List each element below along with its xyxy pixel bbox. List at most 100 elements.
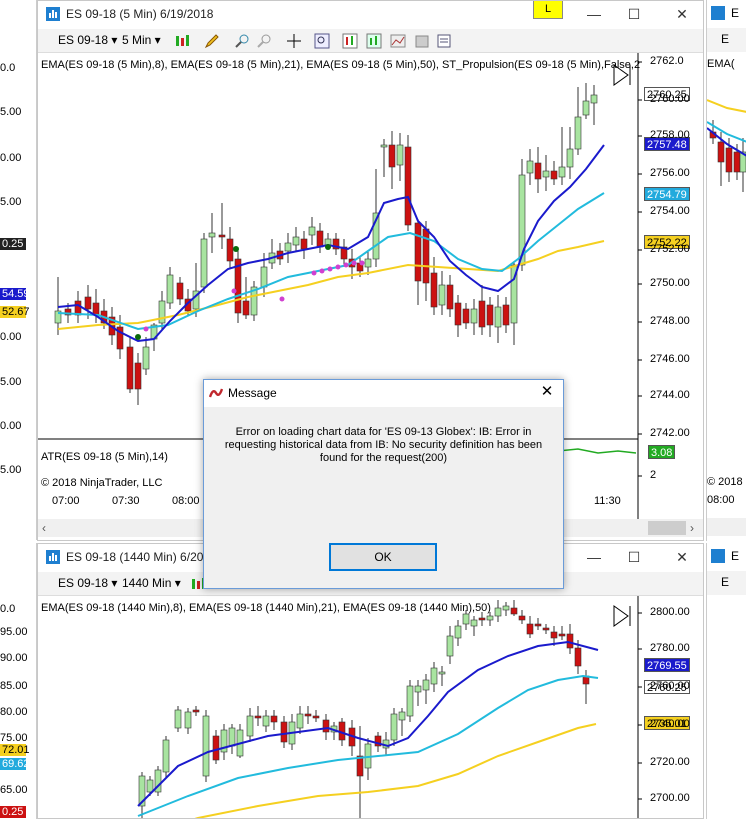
instrument-selector[interactable]: ES 09-18 ▾: [58, 33, 117, 47]
y-tick-label: 2: [650, 469, 657, 481]
candle-body: [462, 613, 470, 625]
magnifier-icon[interactable]: [314, 33, 330, 49]
y-tick-label: 2750.00: [650, 277, 690, 289]
play-marker-icon: [613, 605, 629, 627]
y-tick-label: 2700.00: [650, 792, 690, 804]
zoom-in-icon[interactable]: [234, 33, 250, 49]
x-tick-label: 07:30: [112, 495, 140, 507]
zoom-out-icon[interactable]: [256, 33, 272, 49]
indicators-icon[interactable]: [342, 33, 358, 49]
partial-copyright: © 2018 N: [707, 476, 746, 488]
left-tick-label: 5.00: [0, 464, 22, 476]
candle-body: [142, 346, 150, 370]
y-tick-label: 2780.00: [650, 642, 690, 654]
candle-body: [414, 222, 422, 282]
y-tick-label: 2744.00: [650, 389, 690, 401]
y-tick-label: 2740.00: [650, 718, 690, 730]
candle-body: [574, 647, 582, 667]
candle-body: [733, 151, 741, 173]
candle-body: [212, 735, 220, 761]
candle-body: [388, 144, 396, 168]
candle-body: [270, 715, 278, 723]
candle-body: [242, 300, 250, 316]
properties-icon[interactable]: [436, 33, 452, 49]
candle-body: [218, 234, 226, 238]
candle-body: [312, 715, 320, 719]
badge-l[interactable]: L: [533, 1, 563, 19]
x-tick-label: 08:00: [172, 495, 200, 507]
signal-dot: [135, 334, 141, 340]
candle-body: [446, 635, 454, 657]
propulsion-dot: [279, 296, 285, 302]
title-bar[interactable]: ES 09-18 (5 Min) 6/19/2018 L — ☐ ✕: [38, 1, 703, 29]
price-tag: 2754.79: [644, 187, 690, 201]
atr-line: [557, 448, 637, 454]
signal-dot: [233, 246, 239, 252]
message-dialog: Message ✕ Error on loading chart data fo…: [203, 379, 564, 589]
indicator-legend-bottom: EMA(ES 09-18 (1440 Min),8), EMA(ES 09-18…: [41, 602, 491, 614]
close-button[interactable]: ✕: [662, 1, 702, 29]
candle-body: [462, 308, 470, 324]
candle-body: [226, 238, 234, 262]
scroll-left-arrow[interactable]: ‹: [42, 521, 46, 535]
candle-body: [228, 727, 236, 747]
scroll-right-arrow[interactable]: ›: [690, 521, 694, 535]
partial-title: E: [731, 549, 740, 563]
crosshair-icon[interactable]: [286, 33, 302, 49]
y-tick-label: 2742.00: [650, 427, 690, 439]
chart-trader-icon[interactable]: [390, 33, 406, 49]
candle-body: [162, 739, 170, 773]
candle-body: [208, 232, 216, 238]
y-tick-label: 2754.00: [650, 205, 690, 217]
candle-body: [446, 284, 454, 310]
left-tick-label: 72.01: [0, 744, 30, 756]
candle-body: [92, 302, 100, 316]
y-tick-label: 2752.00: [650, 243, 690, 255]
strategies-icon[interactable]: [366, 33, 382, 49]
price-panel-1440min[interactable]: EMA(ES 09-18 (1440 Min),8), EMA(ES 09-18…: [38, 596, 703, 818]
candle-body: [184, 711, 192, 729]
candle-body: [404, 146, 412, 226]
atr-value-tag: 3.08: [648, 445, 676, 459]
signal-dot: [325, 244, 331, 250]
candle-body: [134, 362, 142, 390]
snapshot-icon[interactable]: [414, 33, 430, 49]
left-tick-label: 0.00: [0, 152, 22, 164]
partial-time: 08:00: [707, 494, 735, 506]
instrument-selector[interactable]: ES 09-18 ▾: [58, 576, 117, 590]
candle-body: [558, 166, 566, 178]
window-title-bottom: ES 09-18 (1440 Min) 6/20/: [66, 550, 207, 564]
dialog-close-button[interactable]: ✕: [537, 382, 557, 402]
candle-body: [174, 709, 182, 729]
candle-body: [566, 148, 574, 168]
right-partial-window: E E EMA( © 2018 N 08:00: [706, 0, 746, 541]
left-tick-label: 95.00: [0, 626, 28, 638]
dialog-title: Message: [228, 386, 277, 400]
bar-style-icon[interactable]: [174, 33, 190, 49]
candle-body: [534, 623, 542, 627]
left-tick-label: 0.00: [0, 331, 22, 343]
candle-body: [364, 258, 372, 268]
interval-selector[interactable]: 5 Min ▾: [122, 33, 161, 47]
ok-button[interactable]: OK: [329, 543, 437, 571]
chart-app-icon: [711, 6, 725, 20]
candle-body: [717, 141, 725, 163]
candle-body: [502, 304, 510, 326]
scroll-thumb[interactable]: [648, 521, 686, 535]
minimize-button[interactable]: —: [574, 1, 614, 29]
candle-body: [478, 300, 486, 328]
left-tick-label: 52.67: [0, 306, 30, 318]
maximize-button[interactable]: ☐: [614, 1, 654, 29]
maximize-button[interactable]: ☐: [614, 544, 654, 572]
close-button[interactable]: ✕: [662, 544, 702, 572]
candle-body: [542, 170, 550, 178]
candle-body: [84, 296, 92, 310]
pencil-icon[interactable]: [204, 33, 220, 49]
candle-body: [486, 615, 494, 621]
interval-selector[interactable]: 1440 Min ▾: [122, 576, 181, 590]
partial-scrollbar[interactable]: [707, 518, 746, 536]
minimize-button[interactable]: —: [574, 544, 614, 572]
candle-body: [550, 170, 558, 180]
dialog-title-bar[interactable]: Message ✕: [204, 380, 563, 407]
left-tick-label: 5.00: [0, 376, 22, 388]
